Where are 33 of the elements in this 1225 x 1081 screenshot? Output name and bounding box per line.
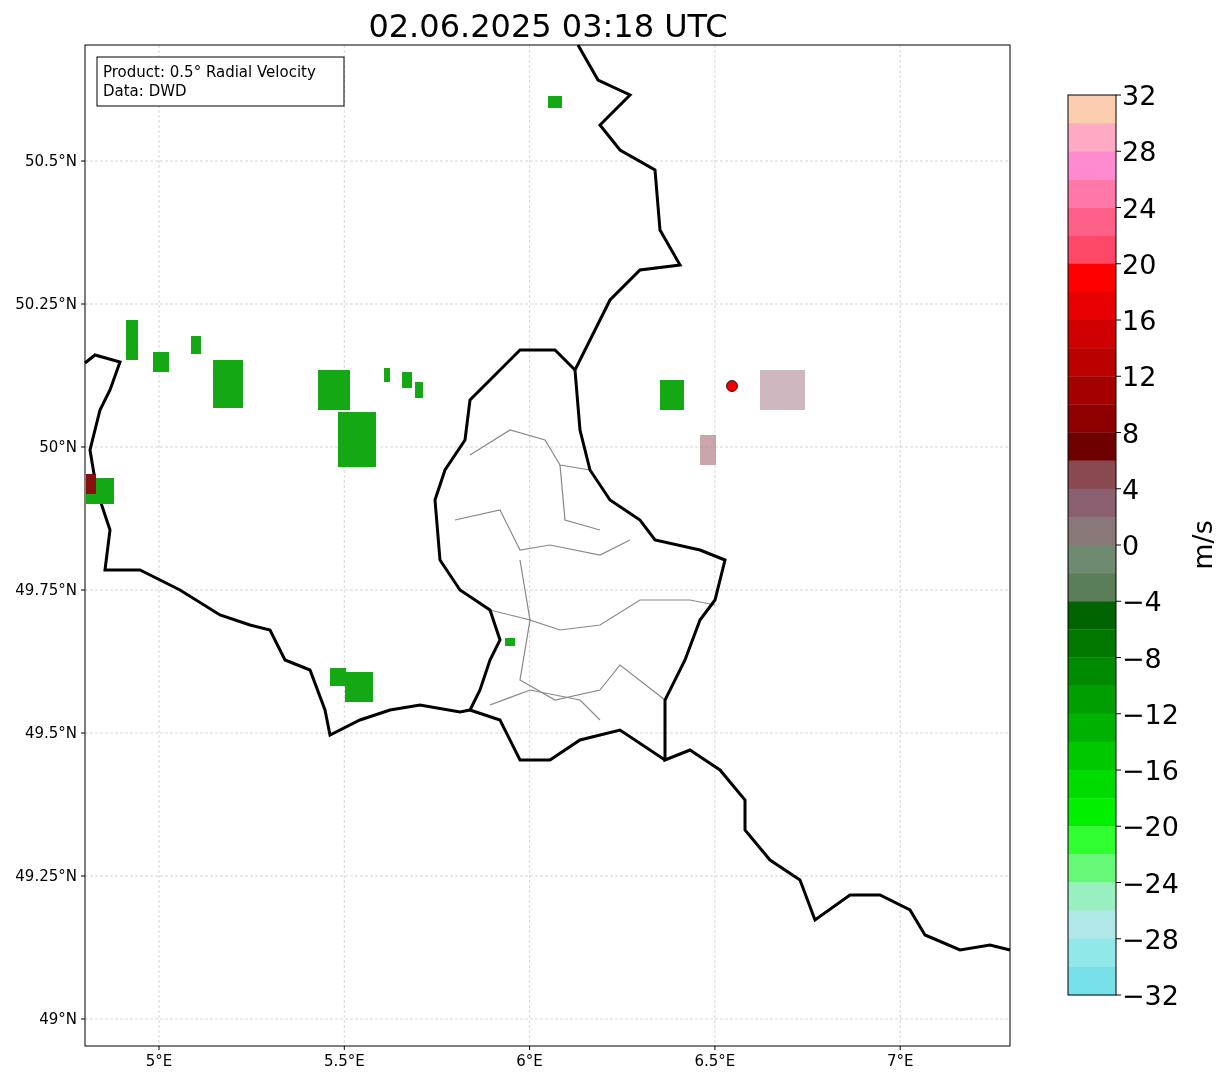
axis-tick-label: 49.75°N xyxy=(15,581,77,599)
colorbar-tick-label: 20 xyxy=(1122,248,1157,280)
axis-tick-label: 6.5°E xyxy=(694,1052,736,1070)
axis-tick-label: 49°N xyxy=(39,1010,77,1028)
colorbar-label: m/s xyxy=(1187,520,1218,570)
colorbar-tick-label: −24 xyxy=(1122,867,1179,899)
colorbar-tick-label: −4 xyxy=(1122,586,1162,618)
colorbar-tick-label: 16 xyxy=(1122,305,1157,336)
colorbar-tick-label: −20 xyxy=(1122,811,1179,843)
axis-tick-label: 50.5°N xyxy=(24,152,77,170)
colorbar-tick-label: 32 xyxy=(1122,80,1157,111)
axis-tick-label: 50.25°N xyxy=(15,295,77,313)
axis-tick-label: 5°E xyxy=(145,1052,173,1070)
axis-tick-label: 50°N xyxy=(39,438,77,456)
legend-text: Product: 0.5° Radial Velocity xyxy=(103,63,316,81)
colorbar-tick-label: 12 xyxy=(1122,361,1157,393)
colorbar-tick-label: −28 xyxy=(1122,923,1179,955)
colorbar-tick-label: 8 xyxy=(1122,417,1140,449)
colorbar-tick-label: −12 xyxy=(1122,698,1179,730)
colorbar-tick-label: −32 xyxy=(1122,980,1179,1011)
colorbar-tick-label: 24 xyxy=(1122,192,1157,224)
axis-tick-label: 49.5°N xyxy=(24,724,77,742)
colorbar-tick-label: 4 xyxy=(1122,473,1140,505)
axis-tick-label: 6°E xyxy=(516,1052,543,1070)
colorbar-tick-label: 0 xyxy=(1122,530,1140,561)
colorbar-tick-label: −16 xyxy=(1122,755,1179,786)
axis-tick-label: 7°E xyxy=(886,1052,914,1070)
plot-title: 02.06.2025 03:18 UTC xyxy=(368,7,728,45)
axis-tick-label: 49.25°N xyxy=(15,867,77,885)
legend-text: Data: DWD xyxy=(103,82,187,100)
colorbar-tick-label: −8 xyxy=(1122,642,1162,674)
axis-tick-label: 5.5°E xyxy=(323,1052,365,1070)
colorbar-tick-label: 28 xyxy=(1122,136,1157,168)
